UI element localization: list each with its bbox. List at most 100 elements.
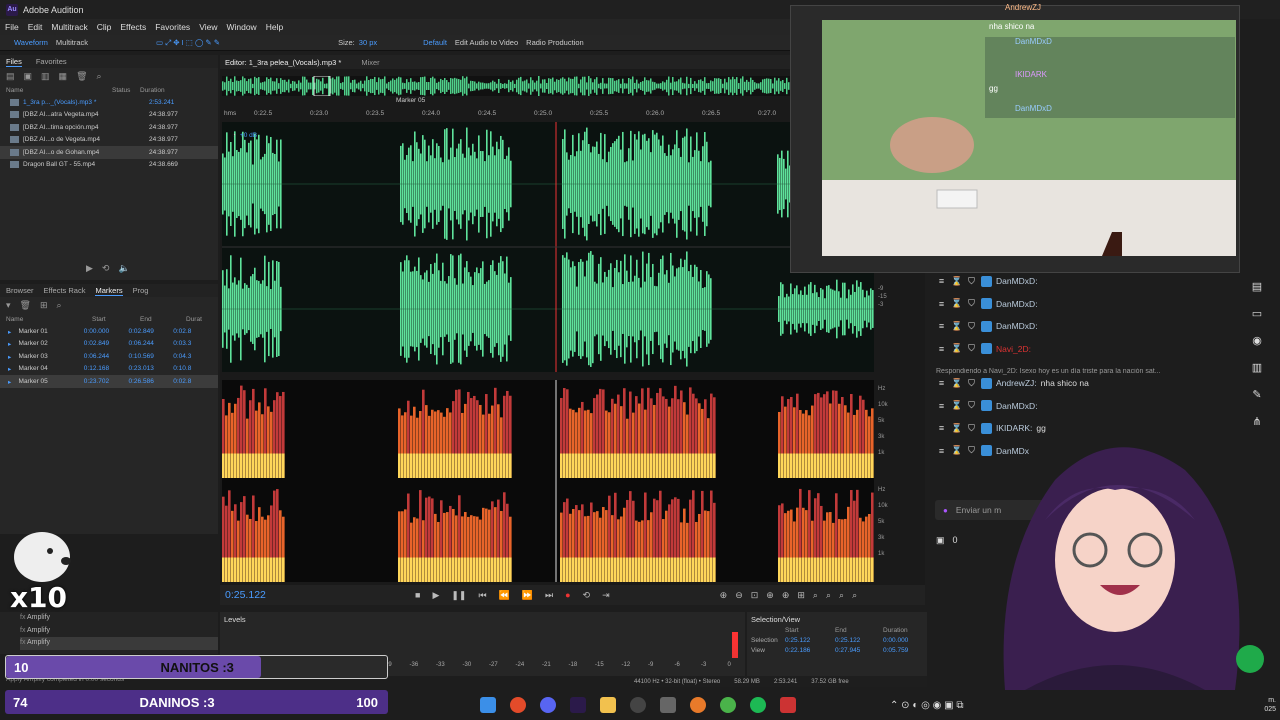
pin-icon[interactable]: ≡ xyxy=(936,276,947,286)
fast-forward-icon[interactable]: ⏩ xyxy=(522,590,533,601)
green-badge-icon[interactable] xyxy=(1236,645,1264,673)
chat-message[interactable]: ≡ ⌛ ⛉ DanMDxD: xyxy=(930,293,1230,316)
chat-message[interactable]: ≡ ⌛ ⛉ DanMDxD: xyxy=(930,315,1230,338)
file-item[interactable]: [DBZ AI...o de Gohan.mp4 24:38.977 xyxy=(0,146,218,159)
col-dur[interactable]: Durat xyxy=(186,316,202,323)
marker-row[interactable]: ▸ Marker 02 0:02.849 0:06.244 0:03.3 xyxy=(0,338,218,351)
chat-message[interactable]: ≡ ⌛ ⛉ Navi_2D: xyxy=(930,338,1230,361)
marker-row[interactable]: ▸ Marker 01 0:00.000 0:02.849 0:02.8 xyxy=(0,325,218,338)
pin-icon[interactable]: ≡ xyxy=(936,446,947,456)
zoom-in-icon[interactable]: ⊕ xyxy=(720,590,728,601)
brush-size-value[interactable]: 30 px xyxy=(359,38,377,47)
open-file-icon[interactable]: ▣ xyxy=(24,71,33,82)
multitrack-button[interactable]: Multitrack xyxy=(56,38,88,47)
marker-icon[interactable]: ▾ xyxy=(6,300,11,311)
discord-icon[interactable] xyxy=(540,697,556,713)
zoom-amp-out-icon[interactable]: ⌕ xyxy=(826,590,831,601)
timeout-icon[interactable]: ⌛ xyxy=(951,298,962,309)
play-icon[interactable]: ▶ xyxy=(86,263,93,274)
shield-icon[interactable]: ⛉ xyxy=(966,343,977,354)
menu-favorites[interactable]: Favorites xyxy=(155,22,190,32)
history-item[interactable]: fx Amplify xyxy=(20,637,218,650)
timeout-icon[interactable]: ⌛ xyxy=(951,378,962,389)
file-item[interactable]: [DBZ AI...tima opción.mp4 24:38.977 xyxy=(0,121,218,134)
skip-icon[interactable]: ⇥ xyxy=(602,590,610,601)
tab-prog[interactable]: Prog xyxy=(133,286,149,295)
col-name[interactable]: Name xyxy=(6,316,92,323)
volume-knob-icon[interactable]: ◔ xyxy=(232,132,236,139)
waveform-display[interactable] xyxy=(222,122,874,372)
audition-icon[interactable] xyxy=(570,697,586,713)
stop-icon[interactable]: ■ xyxy=(415,590,420,601)
panel-icon[interactable]: ▤ xyxy=(1252,280,1262,293)
view-start[interactable]: 0:22.186 xyxy=(785,647,835,654)
shield-icon[interactable]: ⛉ xyxy=(966,276,977,287)
timeout-icon[interactable]: ⌛ xyxy=(951,321,962,332)
zoom-selection-icon[interactable]: ⊞ xyxy=(797,590,805,601)
col-duration[interactable]: Duration xyxy=(140,87,165,94)
col-end[interactable]: End xyxy=(140,316,186,323)
go-start-icon[interactable]: ⏮ xyxy=(478,590,486,601)
shield-icon[interactable]: ⛉ xyxy=(966,298,977,309)
chat-icon[interactable]: ▭ xyxy=(1252,307,1262,320)
tab-files[interactable]: Files xyxy=(6,57,22,67)
chat-message[interactable]: ≡ ⌛ ⛉ DanMDxD: xyxy=(930,270,1230,293)
timeout-icon[interactable]: ⌛ xyxy=(951,276,962,287)
zoom-full-icon[interactable]: ⊡ xyxy=(751,590,759,601)
tool-icons[interactable]: ▭ ⤢ ✥ I ⬚ ◯ ✎ ✎ xyxy=(156,38,220,48)
wrench-icon[interactable]: ✎ xyxy=(1252,388,1261,401)
zoom-out-icon[interactable]: ⊖ xyxy=(735,590,743,601)
app-icon-2[interactable] xyxy=(720,697,736,713)
timeout-icon[interactable]: ⌛ xyxy=(951,423,962,434)
zoom-reset-icon[interactable]: ⌕ xyxy=(839,590,844,601)
tab-effects-rack[interactable]: Effects Rack xyxy=(44,286,86,295)
tab-markers[interactable]: Markers xyxy=(95,286,123,296)
marker-label[interactable]: Marker 05 xyxy=(396,97,425,104)
file-item[interactable]: [DBZ AI...o de Vegeta.mp4 24:38.977 xyxy=(0,134,218,147)
go-end-icon[interactable]: ⏭ xyxy=(545,590,553,601)
app-icon-3[interactable] xyxy=(780,697,796,713)
tray-icons[interactable]: ⌃ ⊙ ◐ ◎ ◉ ▣ ⧉ xyxy=(890,700,964,711)
menu-edit[interactable]: Edit xyxy=(28,22,43,32)
col-status[interactable]: Status xyxy=(112,87,140,94)
loop-icon[interactable]: ⟲ xyxy=(583,590,591,601)
timeout-icon[interactable]: ⌛ xyxy=(951,343,962,354)
timeout-icon[interactable]: ⌛ xyxy=(951,400,962,411)
time-ruler[interactable]: 0:22.5 0:23.0 0:23.5 0:24.0 0:24.5 0:25.0 0:25… xyxy=(222,110,792,120)
spectral-display[interactable] xyxy=(222,380,874,582)
rewind-icon[interactable]: ⏪ xyxy=(499,590,510,601)
file-item[interactable]: [DBZ AI...atra Vegeta.mp4 24:38.977 xyxy=(0,109,218,122)
pin-icon[interactable]: ≡ xyxy=(936,401,947,411)
marker-row[interactable]: ▸ Marker 05 0:23.702 0:26.586 0:02.8 xyxy=(0,375,218,388)
mic-icon[interactable]: ● xyxy=(943,506,948,515)
pin-icon[interactable]: ≡ xyxy=(936,299,947,309)
menu-window[interactable]: Window xyxy=(226,22,256,32)
col-start[interactable]: Start xyxy=(92,316,140,323)
delete-icon[interactable]: 🗑 xyxy=(76,71,87,82)
history-item[interactable]: fx Amplify xyxy=(20,625,218,638)
menu-file[interactable]: File xyxy=(5,22,19,32)
overview-waveform[interactable] xyxy=(222,76,792,96)
app-icon[interactable] xyxy=(690,697,706,713)
file-item[interactable]: Dragon Ball GT - 55.mp4 24:38.669 xyxy=(0,159,218,172)
points[interactable]: ▣ 0 xyxy=(936,535,958,546)
record-icon[interactable]: ● xyxy=(565,590,570,601)
windows-start-icon[interactable] xyxy=(480,697,496,713)
merge-icon[interactable]: ⊞ xyxy=(40,300,48,311)
zoom-amp-in-icon[interactable]: ⌕ xyxy=(813,590,818,601)
col-name[interactable]: Name xyxy=(6,87,112,94)
hud[interactable]: ◔ +0 dB xyxy=(232,132,257,139)
workspace-default[interactable]: Default xyxy=(423,38,447,47)
editor-tab[interactable]: Editor: 1_3ra pelea_(Vocals).mp3 * xyxy=(225,58,341,67)
import-icon[interactable]: ▥ xyxy=(41,71,50,82)
workspace-edit-video[interactable]: Edit Audio to Video xyxy=(455,38,518,47)
menu-help[interactable]: Help xyxy=(266,22,283,32)
selection-duration[interactable]: 0:00.000 xyxy=(883,637,908,644)
tab-favorites[interactable]: Favorites xyxy=(36,57,67,66)
mixer-tab[interactable]: Mixer xyxy=(361,58,379,67)
gift-icon[interactable]: ▣ xyxy=(936,535,945,546)
shield-icon[interactable]: ⛉ xyxy=(966,378,977,389)
pin-icon[interactable]: ≡ xyxy=(936,344,947,354)
pause-icon[interactable]: ❚❚ xyxy=(451,590,466,601)
gain-value[interactable]: +0 dB xyxy=(240,132,257,139)
